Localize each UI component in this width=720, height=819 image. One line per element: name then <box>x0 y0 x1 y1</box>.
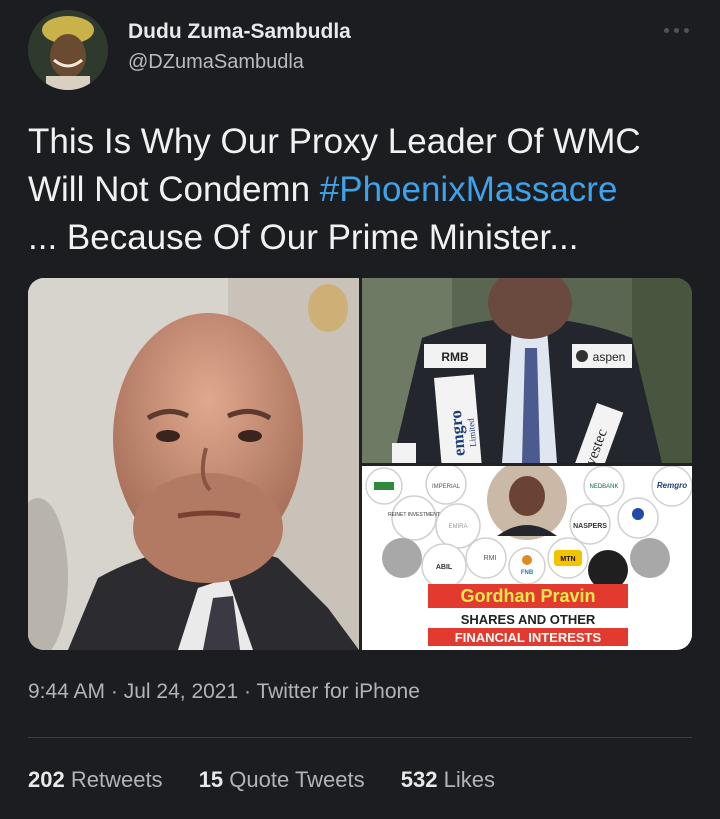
tweet-date[interactable]: Jul 24, 2021 <box>124 680 238 703</box>
infographic-title: Gordhan Pravin <box>460 586 595 606</box>
aspen-logo-label: aspen <box>593 350 626 364</box>
rmi-logo-label: RMI <box>484 555 497 562</box>
infographic-line2: FINANCIAL INTERESTS <box>455 630 602 645</box>
quote-tweets-count: 15 <box>198 767 224 792</box>
retweets-count: 202 <box>28 767 65 792</box>
remgro-small-logo-label: Remgro <box>657 481 687 490</box>
tweet-source[interactable]: Twitter for iPhone <box>256 680 419 703</box>
likes-stat[interactable]: 532 Likes <box>401 767 495 793</box>
fnb-logo-label: FNB <box>521 570 534 576</box>
imperial-logo-label: IMPERIAL <box>432 484 461 490</box>
tweet-time[interactable]: 9:44 AM <box>28 680 105 703</box>
tweet-text-line: Will Not Condemn #PhoenixMassacre <box>28 166 698 214</box>
avatar[interactable] <box>28 10 108 90</box>
rmb-logo-label: RMB <box>441 350 469 364</box>
more-options-icon[interactable] <box>662 20 692 40</box>
retweets-stat[interactable]: 202 Retweets <box>28 767 163 793</box>
tweet-meta: 9:44 AM · Jul 24, 2021 · Twitter for iPh… <box>28 680 420 704</box>
photo-logos-suit[interactable]: RMB aspen emgro Limited nvestec <box>362 278 692 463</box>
infographic[interactable]: IMPERIAL NEDBANK Remgro REINET INVESTMEN… <box>362 466 692 650</box>
naspers-logo-label: NASPERS <box>573 523 607 530</box>
photo-portrait[interactable] <box>28 278 359 650</box>
quote-tweets-label: Quote Tweets <box>229 767 365 792</box>
tweet-media[interactable]: RMB aspen emgro Limited nvestec IMPERIAL… <box>28 278 692 650</box>
author-handle[interactable]: @DZumaSambudla <box>128 48 351 76</box>
reinet-logo-label: REINET INVESTMENT <box>388 512 440 518</box>
infographic-line1: SHARES AND OTHER <box>461 612 596 627</box>
hashtag-link[interactable]: #PhoenixMassacre <box>320 170 618 209</box>
abil-logo-label: ABIL <box>436 564 453 571</box>
author-display-name[interactable]: Dudu Zuma-Sambudla <box>128 18 351 46</box>
likes-count: 532 <box>400 767 438 792</box>
meta-separator: · <box>110 680 124 703</box>
mtn-logo-label: MTN <box>560 556 575 563</box>
tweet-stats: 202 Retweets 15 Quote Tweets 532 Likes <box>28 767 525 793</box>
tweet-text-line: ... Because Of Our Prime Minister... <box>28 218 579 257</box>
retweets-label: Retweets <box>70 767 163 792</box>
tweet-header: Dudu Zuma-Sambudla @DZumaSambudla <box>28 10 692 94</box>
tweet-text-segment: Will Not Condemn <box>28 170 320 209</box>
emira-logo-label: EMIRA <box>448 524 467 530</box>
divider <box>28 737 692 738</box>
nedbank-logo-label: NEDBANK <box>589 484 618 490</box>
tweet-text: This Is Why Our Proxy Leader Of WMC Will… <box>28 118 698 262</box>
remgro-logo-label: emgro <box>446 409 469 456</box>
tweet-text-line: This Is Why Our Proxy Leader Of WMC <box>28 122 641 161</box>
quote-tweets-stat[interactable]: 15 Quote Tweets <box>199 767 365 793</box>
meta-separator: · <box>244 680 257 703</box>
likes-label: Likes <box>443 767 495 792</box>
